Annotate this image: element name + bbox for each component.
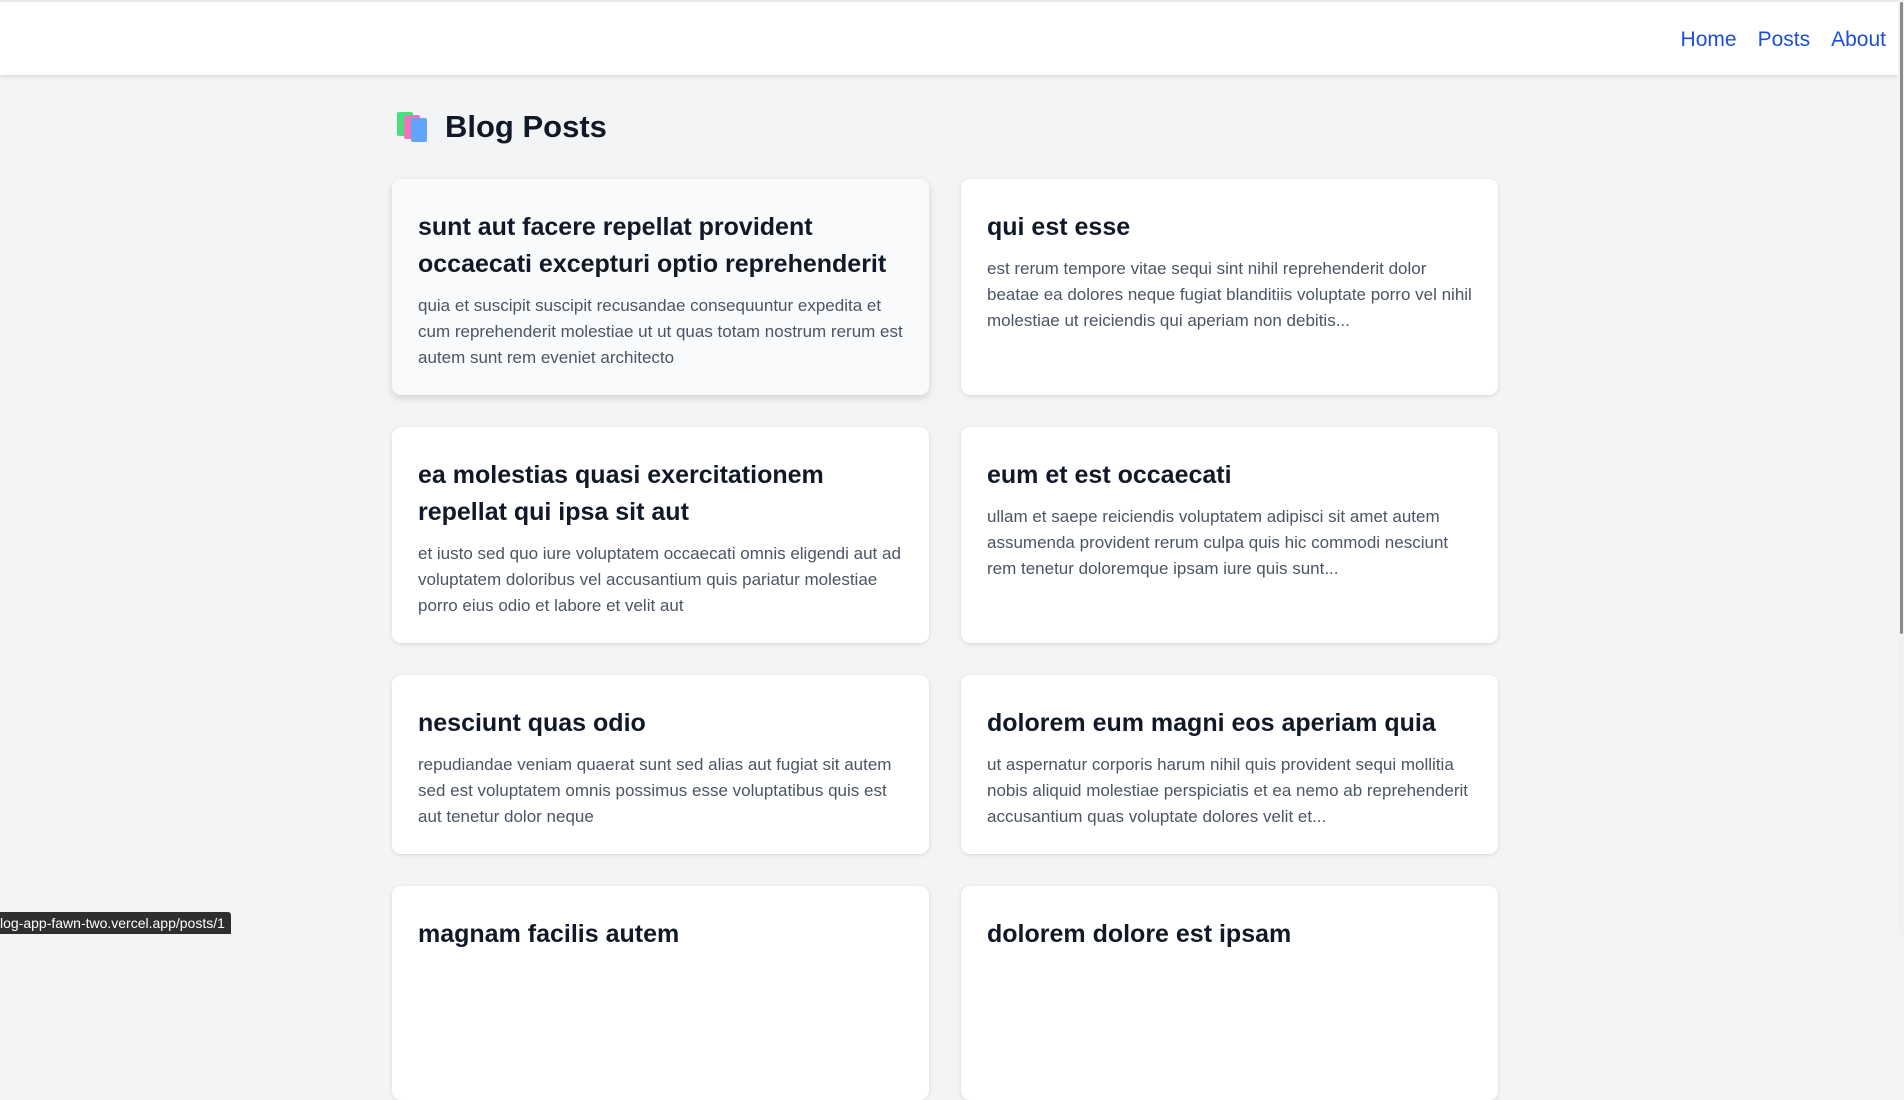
nav-link-posts[interactable]: Posts <box>1758 28 1811 52</box>
post-excerpt: ullam et saepe reiciendis voluptatem adi… <box>987 504 1472 582</box>
post-excerpt: quia et suscipit suscipit recusandae con… <box>418 293 903 371</box>
post-card[interactable]: dolorem eum magni eos aperiam quia ut as… <box>961 675 1498 854</box>
nav-link-about[interactable]: About <box>1831 28 1886 52</box>
scrollbar-thumb[interactable] <box>1900 2 1903 634</box>
post-title: sunt aut facere repellat provident occae… <box>418 209 903 283</box>
vertical-scrollbar[interactable] <box>1898 0 1904 934</box>
post-title: eum et est occaecati <box>987 457 1472 494</box>
post-card[interactable]: sunt aut facere repellat provident occae… <box>392 179 929 395</box>
top-navbar: Home Posts About <box>0 0 1898 75</box>
post-excerpt: repudiandae veniam quaerat sunt sed alia… <box>418 752 903 830</box>
nav-links: Home Posts About <box>1681 28 1886 52</box>
nav-link-home[interactable]: Home <box>1681 28 1737 52</box>
post-excerpt: ut aspernatur corporis harum nihil quis … <box>987 752 1472 830</box>
page-title: Blog Posts <box>397 109 607 145</box>
post-title: magnam facilis autem <box>418 916 903 953</box>
books-icon <box>397 112 430 142</box>
post-card[interactable]: dolorem dolore est ipsam <box>961 886 1498 1100</box>
post-title: dolorem dolore est ipsam <box>987 916 1472 953</box>
post-card[interactable]: qui est esse est rerum tempore vitae seq… <box>961 179 1498 395</box>
post-excerpt: est rerum tempore vitae sequi sint nihil… <box>987 256 1472 334</box>
post-card[interactable]: eum et est occaecati ullam et saepe reic… <box>961 427 1498 643</box>
post-card[interactable]: nesciunt quas odio repudiandae veniam qu… <box>392 675 929 854</box>
post-title: nesciunt quas odio <box>418 705 903 742</box>
posts-grid: sunt aut facere repellat provident occae… <box>392 179 1498 1100</box>
link-preview-status: log-app-fawn-two.vercel.app/posts/1 <box>0 912 231 934</box>
post-card[interactable]: ea molestias quasi exercitationem repell… <box>392 427 929 643</box>
post-card[interactable]: magnam facilis autem <box>392 886 929 1100</box>
post-title: ea molestias quasi exercitationem repell… <box>418 457 903 531</box>
post-title: qui est esse <box>987 209 1472 246</box>
page-title-text: Blog Posts <box>445 109 607 145</box>
post-title: dolorem eum magni eos aperiam quia <box>987 705 1472 742</box>
post-excerpt: et iusto sed quo iure voluptatem occaeca… <box>418 541 903 619</box>
